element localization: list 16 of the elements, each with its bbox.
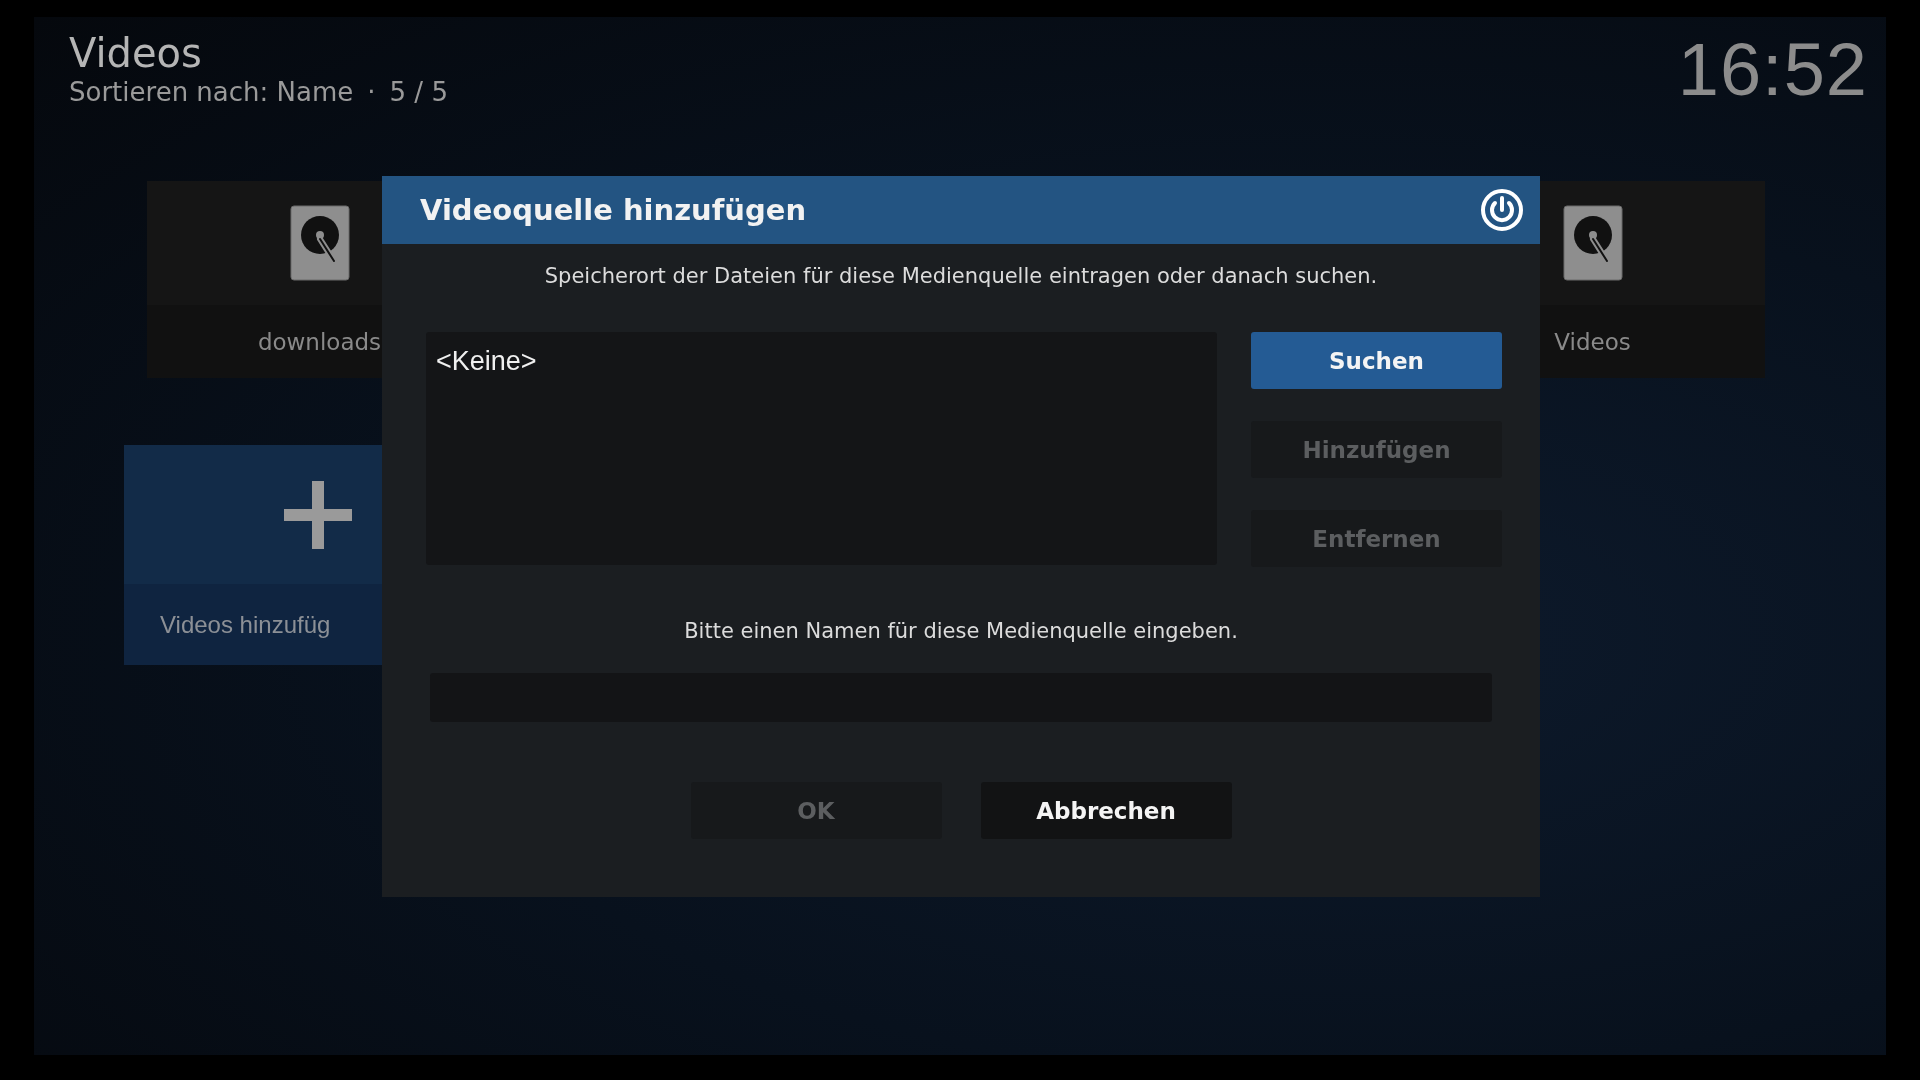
clock: 16:52 [1677, 30, 1868, 110]
page-title: Videos [69, 30, 203, 76]
separator-dot: · [367, 76, 376, 108]
add-source-tile[interactable]: Videos hinzufüg [124, 445, 382, 665]
path-action-button[interactable]: Suchen [1251, 332, 1502, 389]
name-prompt: Bitte einen Namen für diese Medienquelle eingeben. [684, 619, 1238, 643]
dialog-button[interactable]: Abbrechen [980, 782, 1232, 839]
hard-drive-icon [1562, 205, 1623, 281]
dialog-description: Speicherort der Dateien für diese Medienquelle eintragen oder danach suchen. [544, 264, 1378, 288]
plus-icon [284, 480, 352, 549]
sort-label: Sortieren nach: Name [69, 76, 354, 108]
add-source-label: Videos hinzufüg [124, 584, 382, 665]
item-count: 5 / 5 [389, 76, 448, 108]
path-list[interactable]: <Keine> [426, 332, 1217, 565]
power-icon[interactable] [1480, 188, 1524, 232]
hard-drive-icon [289, 205, 350, 281]
